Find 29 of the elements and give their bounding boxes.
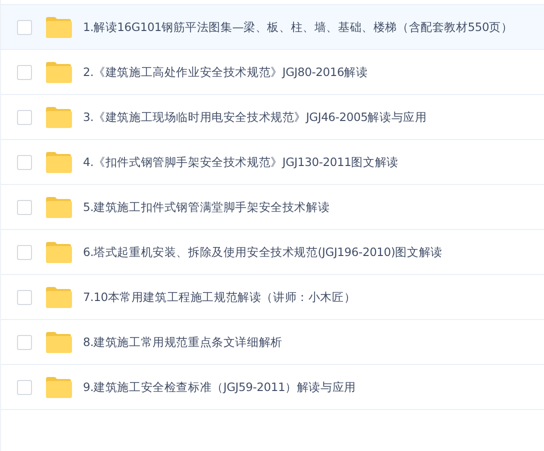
folder-name: 2.《建筑施工高处作业安全技术规范》JGJ80-2016解读 <box>83 64 368 80</box>
folder-icon <box>45 242 72 262</box>
folder-name: 1.解读16G101钢筋平法图集—梁、板、柱、墙、基础、楼梯（含配套教材550页） <box>83 20 513 34</box>
folder-name: 4.《扣件式钢管脚手架安全技术规范》JGJ130-2011图文解读 <box>83 154 398 170</box>
folder-icon <box>45 286 72 308</box>
checkbox[interactable] <box>17 244 32 260</box>
folder-icon <box>45 62 72 82</box>
folder-icon <box>45 376 72 398</box>
checkbox[interactable] <box>17 290 32 304</box>
folder-name: 5.建筑施工扣件式钢管满堂脚手架安全技术解读 <box>83 200 330 214</box>
checkbox[interactable] <box>17 110 32 124</box>
folder-name: 9.建筑施工安全检查标准（JGJ59-2011）解读与应用 <box>83 380 356 394</box>
folder-icon <box>45 16 72 38</box>
folder-icon <box>45 332 72 352</box>
checkbox[interactable] <box>17 154 32 170</box>
folder-name: 3.《建筑施工现场临时用电安全技术规范》JGJ46-2005解读与应用 <box>83 110 427 124</box>
checkbox[interactable] <box>17 200 32 214</box>
folder-icon <box>45 106 72 128</box>
file-row[interactable]: 9.建筑施工安全检查标准（JGJ59-2011）解读与应用 <box>1 364 544 410</box>
checkbox[interactable] <box>17 334 32 350</box>
folder-name: 7.10本常用建筑工程施工规范解读（讲师：小木匠） <box>83 290 356 304</box>
checkbox[interactable] <box>17 64 32 80</box>
checkbox[interactable] <box>17 20 32 34</box>
folder-icon <box>45 152 72 172</box>
folder-name: 6.塔式起重机安装、拆除及使用安全技术规范(JGJ196-2010)图文解读 <box>83 244 442 260</box>
file-row[interactable]: 1.解读16G101钢筋平法图集—梁、板、柱、墙、基础、楼梯（含配套教材550页） <box>1 4 544 49</box>
folder-icon <box>45 196 72 218</box>
checkbox[interactable] <box>17 380 32 394</box>
folder-name: 8.建筑施工常用规范重点条文详细解析 <box>83 334 282 350</box>
